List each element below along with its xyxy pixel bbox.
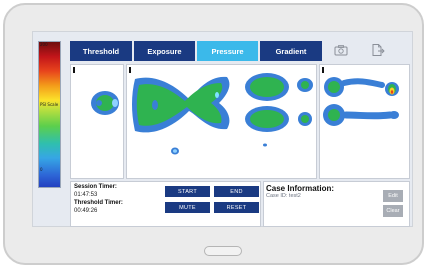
- scale-bottom-label: 0: [40, 167, 43, 172]
- clear-button[interactable]: Clear: [383, 205, 403, 217]
- sensor-marker: [73, 67, 75, 73]
- scale-mid-label: PSI Scale: [40, 102, 59, 107]
- export-icon[interactable]: [369, 43, 385, 57]
- pressure-map-torso[interactable]: [126, 64, 317, 179]
- start-button[interactable]: START: [165, 186, 210, 197]
- threshold-timer-value: 00:49:26: [74, 208, 98, 214]
- end-button[interactable]: END: [214, 186, 259, 197]
- torso-pressure-image: [132, 73, 313, 155]
- session-timer-value: 01:47:53: [74, 192, 98, 198]
- home-button[interactable]: [204, 246, 242, 256]
- legs-pressure-image: [323, 77, 399, 126]
- tab-gradient[interactable]: Gradient: [260, 41, 322, 61]
- edit-button[interactable]: Edit: [383, 190, 403, 202]
- tab-pressure[interactable]: Pressure: [197, 41, 258, 61]
- session-timer-label: Session Timer:: [74, 184, 117, 190]
- tab-exposure[interactable]: Exposure: [134, 41, 195, 61]
- case-info-panel: Case Information: Case ID: test2 Edit Cl…: [263, 181, 410, 227]
- case-info-title: Case Information:: [266, 184, 335, 193]
- sensor-marker: [129, 67, 131, 73]
- tab-threshold[interactable]: Threshold: [70, 41, 132, 61]
- case-id-text: Case ID: test2: [266, 193, 301, 199]
- head-pressure-image: [91, 91, 119, 115]
- reset-button[interactable]: RESET: [214, 202, 259, 213]
- pressure-map-legs[interactable]: [319, 64, 410, 179]
- mute-button[interactable]: MUTE: [165, 202, 210, 213]
- session-panel: Session Timer: 01:47:53 Threshold Timer:…: [70, 181, 261, 227]
- scale-top-label: 200: [40, 42, 48, 47]
- sensor-marker: [322, 67, 324, 73]
- pressure-map-head[interactable]: [70, 64, 124, 179]
- app-screen: 200 PSI Scale 0 Threshold Exposure Press…: [32, 31, 413, 227]
- pressure-color-scale: [38, 41, 61, 188]
- camera-icon[interactable]: [333, 43, 349, 57]
- tablet-frame: 200 PSI Scale 0 Threshold Exposure Press…: [3, 3, 424, 265]
- threshold-timer-label: Threshold Timer:: [74, 200, 123, 206]
